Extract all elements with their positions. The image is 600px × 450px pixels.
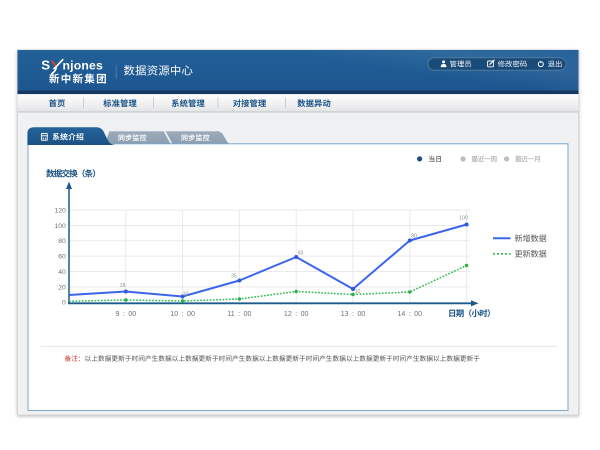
- svg-text:9 : 00: 9 : 00: [115, 311, 136, 318]
- svg-text:10 : 00: 10 : 00: [170, 311, 195, 318]
- svg-text:40: 40: [58, 269, 66, 276]
- svg-text:10: 10: [355, 289, 361, 295]
- svg-text:60: 60: [298, 250, 304, 256]
- svg-text:35: 35: [231, 273, 237, 279]
- svg-text:njones: njones: [63, 58, 103, 72]
- svg-text:100: 100: [54, 223, 66, 230]
- svg-text:14 : 00: 14 : 00: [398, 311, 423, 318]
- svg-text:60: 60: [58, 254, 66, 261]
- svg-text:80: 80: [58, 238, 66, 245]
- svg-text:80: 80: [411, 233, 417, 239]
- svg-text:10: 10: [183, 291, 189, 297]
- svg-text:20: 20: [58, 284, 66, 291]
- svg-text:0: 0: [62, 300, 66, 307]
- svg-text:12 : 00: 12 : 00: [284, 311, 309, 318]
- svg-text:S: S: [41, 57, 50, 72]
- svg-text:18: 18: [120, 283, 126, 289]
- svg-text:100: 100: [459, 215, 468, 221]
- svg-text:120: 120: [54, 208, 66, 215]
- svg-text:11 : 00: 11 : 00: [227, 311, 251, 318]
- svg-text:13 : 00: 13 : 00: [341, 311, 366, 318]
